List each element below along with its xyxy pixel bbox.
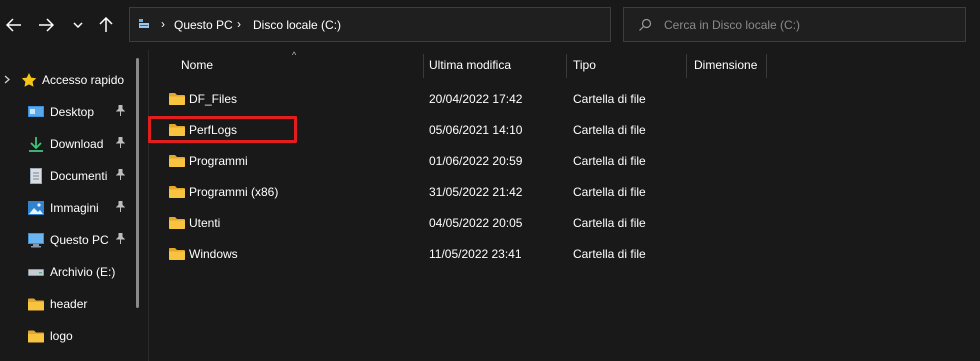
sidebar-item-logo[interactable]: logo <box>0 321 132 351</box>
star-icon <box>21 73 37 87</box>
pin-icon[interactable] <box>115 168 126 183</box>
file-row[interactable]: Programmi (x86) 31/05/2022 21:42 Cartell… <box>162 178 942 206</box>
navigation-pane: Accesso rapido Desktop Download Document… <box>0 56 141 361</box>
file-type: Cartella di file <box>573 154 646 168</box>
pin-icon[interactable] <box>115 200 126 215</box>
search-box[interactable] <box>623 7 966 42</box>
file-row[interactable]: Windows 11/05/2022 23:41 Cartella di fil… <box>162 240 942 268</box>
file-modified: 20/04/2022 17:42 <box>429 92 523 106</box>
documents-icon <box>30 168 42 184</box>
sidebar-item-header[interactable]: header <box>0 289 132 319</box>
file-modified: 01/06/2022 20:59 <box>429 154 523 168</box>
download-icon <box>29 137 43 152</box>
sidebar-item-immagini[interactable]: Immagini <box>0 193 132 223</box>
file-name: DF_Files <box>189 92 238 106</box>
file-row[interactable]: DF_Files 20/04/2022 17:42 Cartella di fi… <box>162 85 942 113</box>
column-header-type[interactable]: Tipo <box>573 58 596 78</box>
file-type: Cartella di file <box>573 216 646 230</box>
file-row[interactable]: Programmi 01/06/2022 20:59 Cartella di f… <box>162 147 942 175</box>
column-separator[interactable] <box>566 54 567 78</box>
file-modified: 05/06/2021 14:10 <box>429 123 523 137</box>
pin-icon[interactable] <box>115 104 126 119</box>
pane-divider[interactable] <box>148 50 149 361</box>
sidebar-item-label: Immagini <box>50 201 99 215</box>
folder-icon <box>169 248 185 260</box>
breadcrumb-disco-locale[interactable]: Disco locale (C:) <box>253 18 341 32</box>
folder-icon <box>28 330 44 343</box>
folder-icon <box>169 155 185 167</box>
this-pc-icon <box>28 233 44 248</box>
chevron-right-icon[interactable] <box>4 75 10 86</box>
breadcrumb-separator: › <box>161 17 165 31</box>
file-name: Programmi (x86) <box>189 185 279 199</box>
arrow-left-icon <box>6 18 21 32</box>
column-header-size[interactable]: Dimensione <box>694 58 757 78</box>
chevron-down-icon <box>73 22 83 28</box>
folder-icon <box>28 298 44 311</box>
sidebar-item-archivio[interactable]: Archivio (E:) <box>0 257 132 287</box>
sidebar-item-label: Archivio (E:) <box>50 265 116 279</box>
file-modified: 11/05/2022 23:41 <box>429 247 522 261</box>
desktop-icon <box>28 106 44 117</box>
column-separator[interactable] <box>423 54 424 78</box>
toolbar: › Questo PC › Disco locale (C:) <box>0 0 980 50</box>
address-bar[interactable]: › Questo PC › Disco locale (C:) <box>129 7 726 42</box>
folder-icon <box>169 186 185 198</box>
pictures-icon <box>28 201 44 215</box>
file-type: Cartella di file <box>573 247 646 261</box>
sidebar-item-label: Questo PC <box>50 233 109 247</box>
file-name: Programmi <box>189 154 248 168</box>
arrow-right-icon <box>39 18 54 32</box>
sidebar-item-label: header <box>50 297 88 311</box>
highlight-box <box>148 116 297 143</box>
back-button[interactable] <box>2 11 26 39</box>
column-separator[interactable] <box>686 54 687 78</box>
file-type: Cartella di file <box>573 92 646 106</box>
sort-ascending-icon: ^ <box>292 50 297 60</box>
sidebar-item-label: Accesso rapido <box>42 73 125 87</box>
file-modified: 04/05/2022 20:05 <box>429 216 523 230</box>
drive-icon <box>28 269 44 276</box>
file-name: Utenti <box>189 216 221 230</box>
sidebar-item-label: Download <box>50 137 104 151</box>
sidebar-item-questo-pc[interactable]: Questo PC <box>0 225 132 255</box>
sidebar-item-label: logo <box>50 329 73 343</box>
breadcrumb-separator: › <box>237 17 241 31</box>
pin-icon[interactable] <box>115 232 126 247</box>
sidebar-item-download[interactable]: Download <box>0 129 132 159</box>
search-icon <box>639 18 652 31</box>
file-type: Cartella di file <box>573 185 646 199</box>
sidebar-item-documenti[interactable]: Documenti <box>0 161 132 191</box>
column-separator[interactable] <box>766 54 767 78</box>
file-type: Cartella di file <box>573 123 646 137</box>
folder-icon <box>169 93 185 105</box>
search-input[interactable] <box>664 8 954 41</box>
file-name: Windows <box>189 247 238 261</box>
up-button[interactable] <box>94 11 118 39</box>
sidebar-item-label: Documenti <box>50 169 108 183</box>
folder-icon <box>169 217 185 229</box>
this-pc-icon <box>139 19 149 28</box>
sidebar-item-desktop[interactable]: Desktop <box>0 97 132 127</box>
column-header-modified[interactable]: Ultima modifica <box>429 58 511 78</box>
arrow-up-icon <box>99 17 113 32</box>
file-row[interactable]: Utenti 04/05/2022 20:05 Cartella di file <box>162 209 942 237</box>
sidebar-item-quick-access[interactable]: Accesso rapido <box>0 65 132 95</box>
recent-locations-button[interactable] <box>66 11 90 39</box>
sidebar-item-label: Desktop <box>50 105 95 119</box>
column-header-name[interactable]: Nome <box>181 58 213 78</box>
pin-icon[interactable] <box>115 136 126 151</box>
file-modified: 31/05/2022 21:42 <box>429 185 523 199</box>
breadcrumb-this-pc[interactable]: Questo PC <box>174 18 233 32</box>
forward-button[interactable] <box>34 11 58 39</box>
sidebar-scrollbar[interactable] <box>136 58 139 308</box>
